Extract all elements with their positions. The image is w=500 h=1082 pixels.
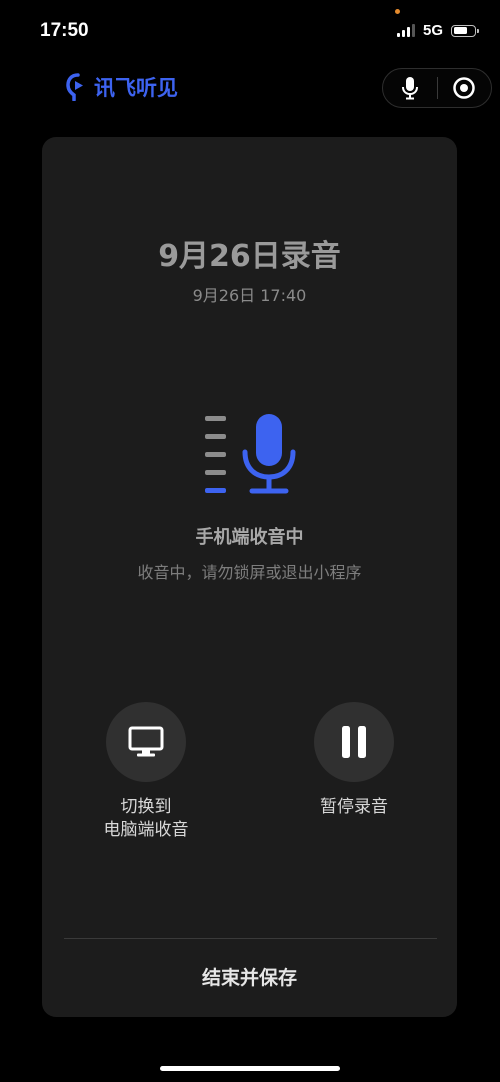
switch-label-line1: 切换到 — [120, 797, 172, 817]
switch-to-pc-label: 切换到 电脑端收音 — [66, 796, 226, 842]
target-close-icon — [453, 77, 475, 99]
card-divider — [64, 938, 437, 939]
switch-label-line2: 电脑端收音 — [103, 820, 189, 840]
switch-to-pc-button[interactable] — [106, 702, 186, 782]
signal-icon — [396, 24, 415, 37]
switch-to-pc-action[interactable]: 切换到 电脑端收音 — [66, 702, 226, 842]
monitor-icon — [128, 726, 164, 757]
privacy-indicator-dot — [395, 9, 400, 14]
recording-state-title: 手机端收音中 — [195, 527, 304, 548]
app-name: 讯飞听见 — [94, 76, 178, 100]
end-and-save-button[interactable]: 结束并保存 — [42, 963, 457, 990]
battery-icon — [451, 24, 479, 37]
logo-icon — [66, 73, 83, 101]
mini-program-capsule — [382, 68, 492, 108]
recording-state-hint: 收音中，请勿锁屏或退出小程序 — [137, 563, 362, 582]
pause-button[interactable] — [314, 702, 394, 782]
pause-action[interactable]: 暂停录音 — [274, 702, 434, 819]
close-capsule-button[interactable] — [438, 69, 492, 107]
level-meter-icon — [205, 414, 296, 494]
recording-datetime: 9月26日 17:40 — [192, 286, 307, 305]
microphone-icon — [401, 77, 418, 100]
mic-capsule-button[interactable] — [383, 69, 437, 107]
status-right: 5G — [396, 22, 479, 39]
recording-title: 9月26日录音 — [158, 239, 341, 274]
status-time: 17:50 — [40, 20, 89, 41]
pause-label: 暂停录音 — [320, 797, 388, 817]
recording-card: 9月26日录音 9月26日 17:40 手机端收音中 收音中，请勿锁屏或退出小程… — [42, 137, 457, 1017]
recording-mic-graphic — [202, 412, 302, 497]
network-type: 5G — [422, 22, 443, 39]
pause-icon — [342, 726, 366, 758]
app-logo: 讯飞听见 — [66, 72, 178, 102]
home-indicator[interactable] — [160, 1066, 340, 1071]
